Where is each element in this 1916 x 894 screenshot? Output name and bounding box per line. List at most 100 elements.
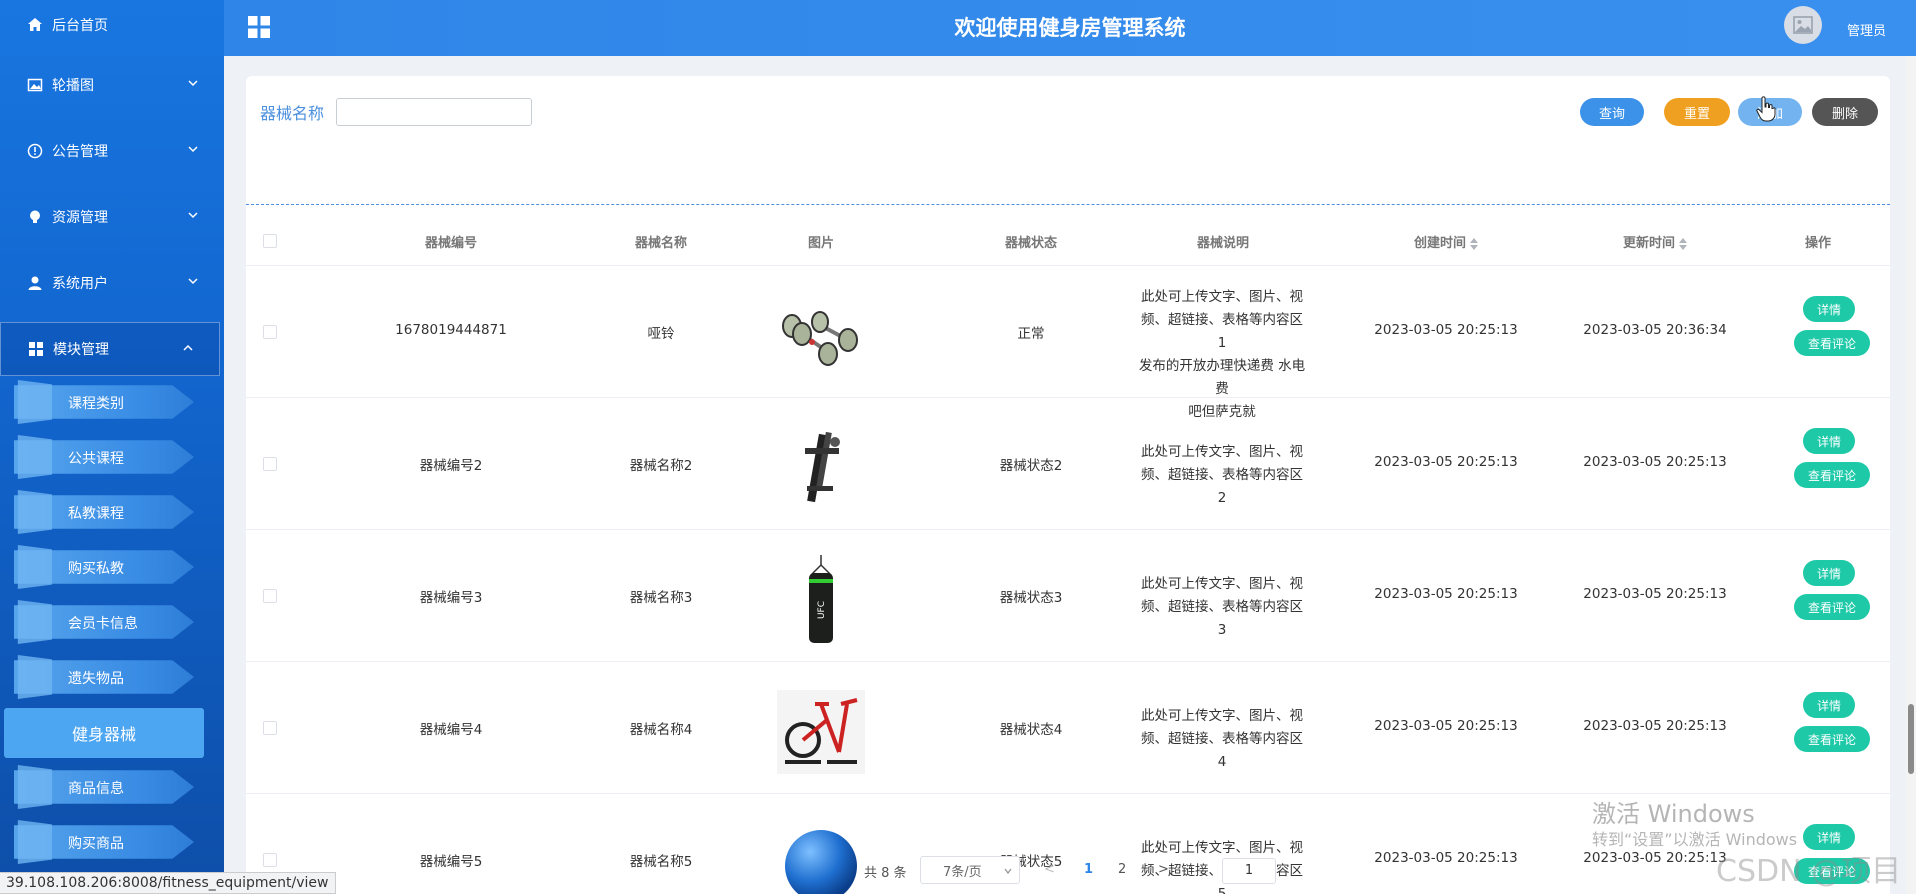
cell-desc: 此处可上传文字、图片、视 频、超链接、表格等内容区2 — [1141, 444, 1303, 506]
cell-updated: 2023-03-05 20:25:13 — [1583, 718, 1727, 734]
page-number[interactable]: 2 — [1118, 862, 1126, 886]
detail-button[interactable]: 详情 — [1803, 296, 1855, 322]
cell-status: 器械状态4 — [999, 722, 1063, 738]
divider — [246, 204, 1890, 205]
content-card: 器械名称 查询 重置 添加 删除 器械编号 器械名称 图片 器械状态 器械说明 … — [246, 76, 1890, 894]
cell-created: 2023-03-05 20:25:13 — [1374, 718, 1518, 734]
sidebar-item-label: 资源管理 — [52, 210, 108, 226]
search-input[interactable] — [336, 98, 532, 126]
cell-created: 2023-03-05 20:25:13 — [1374, 850, 1518, 866]
scrollbar-thumb[interactable] — [1908, 704, 1914, 774]
submenu-item[interactable]: 课程类别 — [14, 380, 194, 424]
page-size-select[interactable]: 7条/页 — [920, 856, 1020, 884]
col-header-sortable[interactable]: 更新时间 — [1580, 232, 1730, 251]
grid-icon — [27, 340, 45, 358]
sidebar-item-notice[interactable]: 公告管理 — [0, 128, 224, 174]
row-checkbox[interactable] — [263, 457, 277, 471]
sort-icon[interactable] — [1470, 237, 1478, 250]
equipment-image[interactable] — [776, 426, 866, 510]
page-title: 欢迎使用健身房管理系统 — [954, 16, 1186, 40]
view-comments-button[interactable]: 查看评论 — [1794, 594, 1870, 620]
view-comments-button[interactable]: 查看评论 — [1794, 330, 1870, 356]
chevron-down-icon — [188, 146, 198, 153]
col-header: 器械编号 — [424, 236, 477, 251]
chevron-up-icon — [183, 344, 193, 351]
equipment-image[interactable] — [776, 824, 866, 894]
sidebar-item-label: 轮播图 — [52, 78, 94, 94]
submenu-item[interactable]: 私教课程 — [14, 490, 194, 534]
user-name[interactable]: 管理员 — [1847, 20, 1886, 39]
select-all-checkbox[interactable] — [263, 234, 277, 248]
page-jump-input[interactable]: 1 — [1222, 858, 1276, 884]
sidebar-item-label: 系统用户 — [52, 276, 108, 292]
cell-code: 器械编号2 — [419, 458, 483, 474]
reset-button[interactable]: 重置 — [1664, 98, 1730, 126]
hand-cursor-icon — [1756, 96, 1776, 122]
cell-status: 正常 — [1017, 326, 1045, 342]
cell-updated: 2023-03-05 20:25:13 — [1583, 586, 1727, 602]
view-comments-button[interactable]: 查看评论 — [1794, 726, 1870, 752]
cell-created: 2023-03-05 20:25:13 — [1374, 586, 1518, 602]
cell-desc: 此处可上传文字、图片、视 频、超链接、表格等内容区4 — [1141, 708, 1303, 770]
col-header-sortable[interactable]: 创建时间 — [1371, 232, 1521, 251]
detail-button[interactable]: 详情 — [1803, 428, 1855, 454]
windows-activation-title: 激活 Windows — [1592, 800, 1755, 828]
svg-text:UFC: UFC — [817, 601, 827, 619]
query-button[interactable]: 查询 — [1580, 98, 1644, 126]
browser-status-url: 39.108.108.206:8008/fitness_equipment/vi… — [0, 872, 336, 894]
submenu-item[interactable]: 购买商品 — [14, 820, 194, 864]
cell-name: 器械名称5 — [629, 854, 693, 870]
sort-icon[interactable] — [1679, 237, 1687, 250]
page-number-active[interactable]: 1 — [1084, 862, 1093, 886]
image-icon — [26, 76, 44, 94]
equipment-image[interactable] — [776, 294, 866, 378]
sidebar-item-modules[interactable]: 模块管理 — [0, 322, 220, 376]
avatar[interactable] — [1784, 6, 1822, 44]
exercise-bike-image — [777, 690, 865, 774]
bulb-icon — [26, 208, 44, 226]
detail-button[interactable]: 详情 — [1803, 692, 1855, 718]
sidebar-item-carousel[interactable]: 轮播图 — [0, 62, 224, 108]
sidebar-item-label: 后台首页 — [52, 18, 108, 34]
col-header: 操作 — [1804, 236, 1831, 251]
cell-name: 器械名称2 — [629, 458, 693, 474]
cell-code: 器械编号5 — [419, 854, 483, 870]
submenu-item[interactable]: 商品信息 — [14, 765, 194, 809]
prev-page-button[interactable]: < — [1044, 862, 1055, 886]
submenu-item[interactable]: 遗失物品 — [14, 655, 194, 699]
row-checkbox[interactable] — [263, 589, 277, 603]
cell-status: 器械状态3 — [999, 590, 1063, 606]
cell-created: 2023-03-05 20:25:13 — [1374, 322, 1518, 338]
table-row: 器械编号2 器械名称2 器械状态2 此处可上传文字、图片、视 频、超链接、表格等… — [246, 398, 1890, 530]
submenu-item[interactable]: 购买私教 — [14, 545, 194, 589]
press-machine-image — [805, 431, 840, 503]
home-icon — [26, 16, 44, 34]
cell-created: 2023-03-05 20:25:13 — [1374, 454, 1518, 470]
sidebar-item-home[interactable]: 后台首页 — [0, 2, 224, 48]
top-header: 欢迎使用健身房管理系统 管理员 — [224, 0, 1916, 56]
info-icon — [26, 142, 44, 160]
submenu-item[interactable]: 公共课程 — [14, 435, 194, 479]
chevron-down-icon — [1004, 868, 1012, 875]
chevron-down-icon — [188, 212, 198, 219]
view-comments-button[interactable]: 查看评论 — [1794, 462, 1870, 488]
row-checkbox[interactable] — [263, 853, 277, 867]
submenu-item[interactable]: 会员卡信息 — [14, 600, 194, 644]
user-icon — [26, 274, 44, 292]
sidebar-item-label: 公告管理 — [52, 144, 108, 160]
submenu-item-active[interactable]: 健身器械 — [4, 708, 204, 758]
equipment-image[interactable]: UFC — [776, 555, 866, 643]
next-page-button[interactable]: > — [1158, 862, 1169, 886]
cell-name: 哑铃 — [647, 326, 675, 342]
row-checkbox[interactable] — [263, 325, 277, 339]
cell-status: 器械状态2 — [999, 458, 1063, 474]
row-checkbox[interactable] — [263, 721, 277, 735]
table-header: 器械编号 器械名称 图片 器械状态 器械说明 创建时间 更新时间 操作 — [246, 216, 1890, 266]
equipment-image[interactable] — [776, 690, 866, 774]
table-row: 器械编号3 器械名称3 UFC 器械状态3 此处可上传文字、图片、视 频、超链接… — [246, 530, 1890, 662]
sidebar-item-users[interactable]: 系统用户 — [0, 260, 224, 306]
sidebar-item-resources[interactable]: 资源管理 — [0, 194, 224, 240]
delete-button[interactable]: 删除 — [1812, 98, 1878, 126]
detail-button[interactable]: 详情 — [1803, 560, 1855, 586]
col-header: 器械状态 — [1004, 236, 1057, 251]
